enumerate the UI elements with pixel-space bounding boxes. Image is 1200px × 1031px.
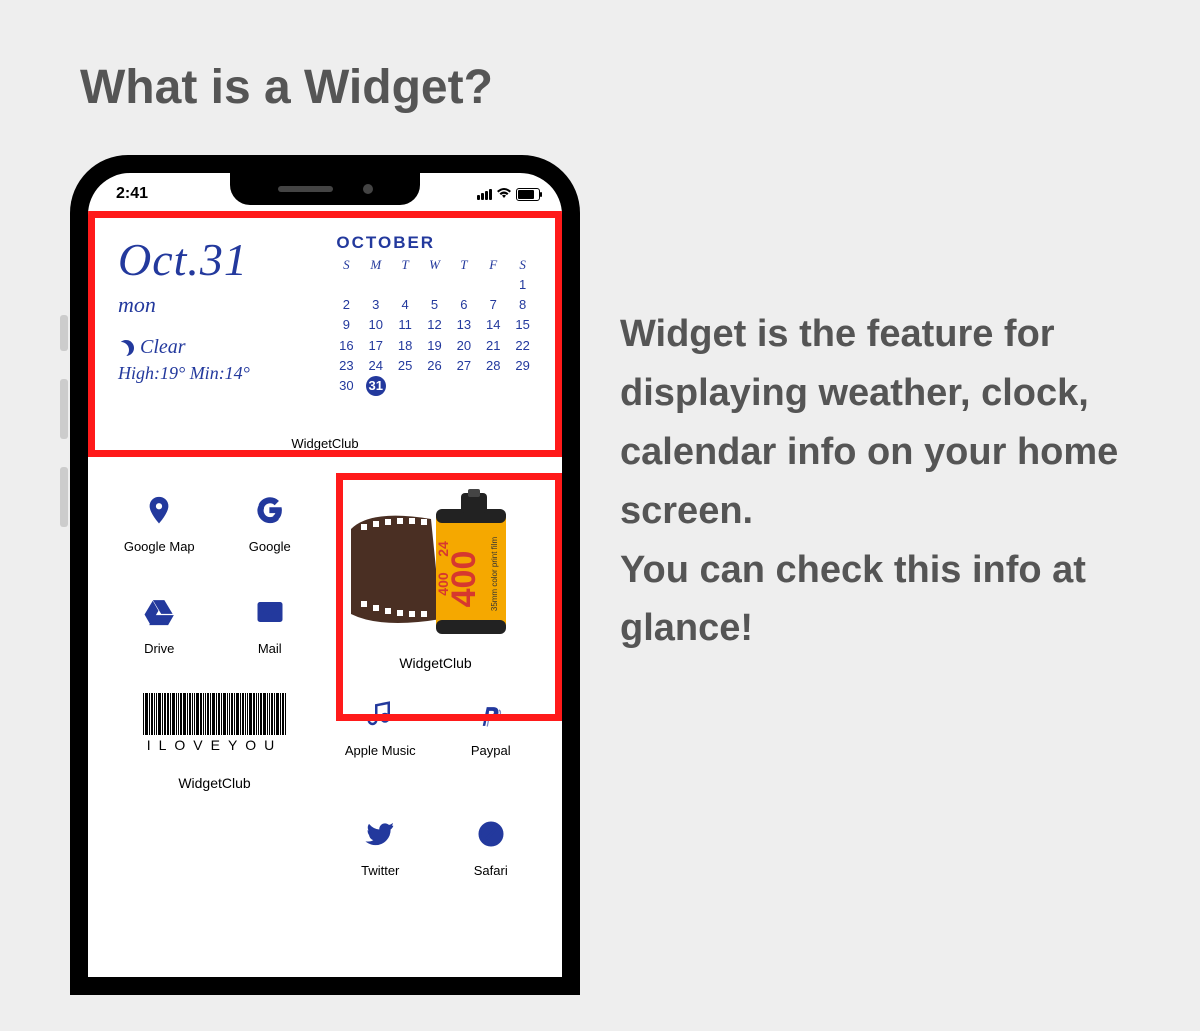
app-drive[interactable]: Drive [104,591,215,671]
app-twitter[interactable]: Twitter [325,813,436,878]
description: Widget is the feature for displaying wea… [580,155,1150,658]
wifi-icon [496,186,512,202]
status-time: 2:41 [116,185,148,203]
twitter-icon [365,819,395,849]
barcode-bars [104,693,325,735]
app-google-map[interactable]: Google Map [104,489,215,569]
barcode-widget-label: WidgetClub [104,775,325,791]
app-google[interactable]: Google [215,489,326,569]
app-mail[interactable]: Mail [215,591,326,671]
phone-side-buttons [60,315,70,555]
map-pin-icon [144,495,174,525]
signal-icon [477,189,492,200]
battery-icon [516,188,540,201]
barcode-widget[interactable]: ILOVEYOU WidgetClub [104,693,325,791]
highlight-box-film [336,473,562,721]
description-line1: Widget is the feature for displaying wea… [620,305,1150,541]
highlight-box-calendar [88,211,562,457]
app-safari[interactable]: Safari [436,813,547,878]
phone-mockup: 2:41 [70,155,580,995]
google-icon [255,495,285,525]
drive-icon [144,597,174,627]
page-title: What is a Widget? [80,60,1150,115]
mail-icon [255,597,285,627]
page: What is a Widget? 2:41 [0,0,1200,1031]
description-line2: You can check this info at glance! [620,541,1150,659]
safari-icon [476,819,506,849]
barcode-text: ILOVEYOU [104,737,325,753]
phone-notch [230,173,420,205]
